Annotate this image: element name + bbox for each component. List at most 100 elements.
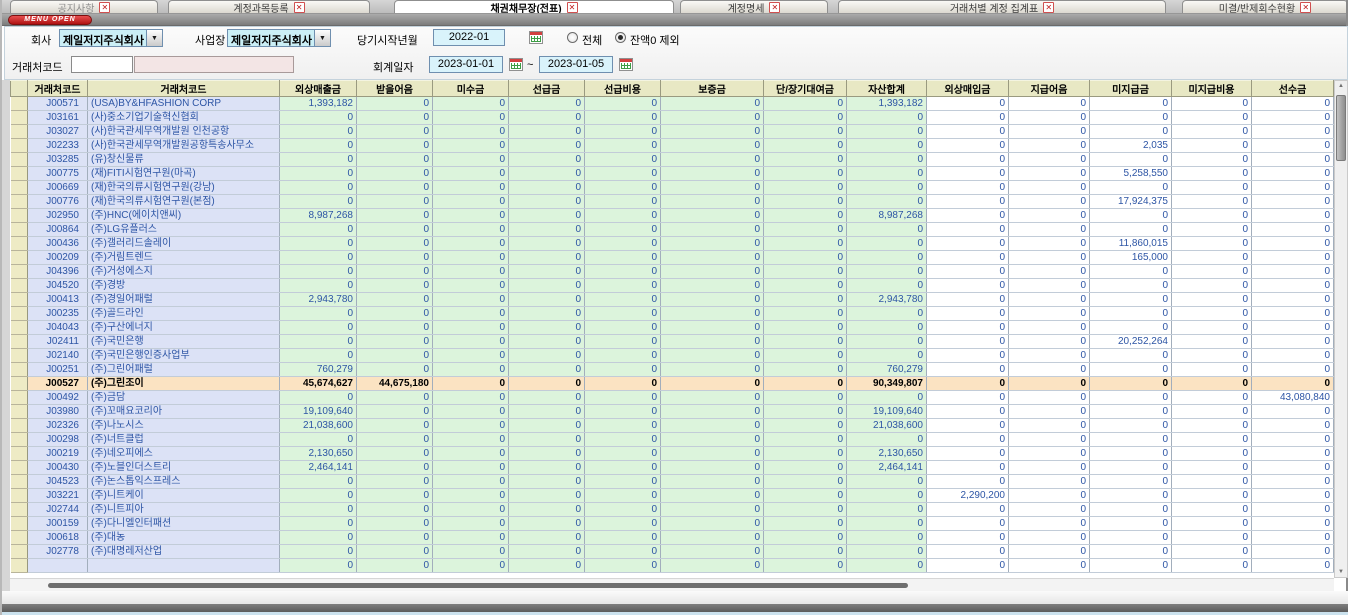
- amount-cell[interactable]: 0: [509, 279, 585, 293]
- amount-cell[interactable]: 0: [1172, 559, 1252, 573]
- partner-code-cell[interactable]: J04043: [28, 321, 88, 335]
- amount-cell[interactable]: 0: [1009, 209, 1090, 223]
- grid-row[interactable]: J04043(주)구산에너지0000000000000: [11, 321, 1334, 335]
- amount-cell[interactable]: 0: [661, 195, 764, 209]
- amount-cell[interactable]: 0: [927, 195, 1009, 209]
- amount-cell[interactable]: 0: [661, 475, 764, 489]
- amount-cell[interactable]: 0: [433, 531, 509, 545]
- grid-row[interactable]: J00436(주)갤러리드솔레이000000000011,860,01500: [11, 237, 1334, 251]
- partner-code-cell[interactable]: J02778: [28, 545, 88, 559]
- amount-cell[interactable]: 0: [585, 461, 661, 475]
- amount-cell[interactable]: 0: [509, 335, 585, 349]
- amount-cell[interactable]: 0: [661, 559, 764, 573]
- amount-cell[interactable]: 0: [509, 223, 585, 237]
- grid-row[interactable]: J04396(주)거성에스지0000000000000: [11, 265, 1334, 279]
- amount-cell[interactable]: 0: [927, 419, 1009, 433]
- amount-cell[interactable]: 0: [357, 167, 433, 181]
- amount-cell[interactable]: 0: [509, 181, 585, 195]
- horizontal-scrollbar[interactable]: [10, 578, 1334, 591]
- amount-cell[interactable]: 0: [661, 97, 764, 111]
- tab-receivables-ledger[interactable]: 채권채무장(전표)✕: [394, 0, 674, 13]
- amount-cell[interactable]: 0: [509, 391, 585, 405]
- amount-cell[interactable]: 0: [1172, 545, 1252, 559]
- column-header[interactable]: 보증금: [661, 81, 764, 97]
- amount-cell[interactable]: 0: [1252, 461, 1334, 475]
- radio-exclude-zero-label[interactable]: 잔액0 제외: [630, 32, 680, 48]
- column-header[interactable]: 받을어음: [357, 81, 433, 97]
- amount-cell[interactable]: 0: [1172, 97, 1252, 111]
- amount-cell[interactable]: 0: [847, 125, 927, 139]
- amount-cell[interactable]: 0: [764, 223, 847, 237]
- amount-cell[interactable]: 0: [433, 461, 509, 475]
- partner-name-cell[interactable]: (주)대명레저산업: [88, 545, 280, 559]
- amount-cell[interactable]: 0: [1090, 181, 1172, 195]
- amount-cell[interactable]: 0: [585, 489, 661, 503]
- radio-all-label[interactable]: 전체: [582, 32, 602, 48]
- amount-cell[interactable]: 0: [433, 503, 509, 517]
- partner-name-cell[interactable]: (주)금담: [88, 391, 280, 405]
- amount-cell[interactable]: 0: [927, 461, 1009, 475]
- amount-cell[interactable]: 0: [927, 531, 1009, 545]
- amount-cell[interactable]: 0: [357, 461, 433, 475]
- grid-row[interactable]: J02326(주)나노시스21,038,60000000021,038,6000…: [11, 419, 1334, 433]
- tab-account-registry[interactable]: 계정과목등록✕: [168, 0, 370, 13]
- partner-name-cell[interactable]: (주)LG유플러스: [88, 223, 280, 237]
- amount-cell[interactable]: 0: [1090, 265, 1172, 279]
- amount-cell[interactable]: 0: [927, 237, 1009, 251]
- amount-cell[interactable]: 0: [1090, 405, 1172, 419]
- amount-cell[interactable]: 2,943,780: [847, 293, 927, 307]
- row-indicator-cell[interactable]: [11, 391, 28, 405]
- amount-cell[interactable]: 0: [1252, 517, 1334, 531]
- partner-name-cell[interactable]: (주)갤러리드솔레이: [88, 237, 280, 251]
- amount-cell[interactable]: 0: [280, 559, 357, 573]
- amount-cell[interactable]: 0: [433, 447, 509, 461]
- partner-code-cell[interactable]: J03161: [28, 111, 88, 125]
- row-indicator-cell[interactable]: [11, 111, 28, 125]
- amount-cell[interactable]: 0: [764, 209, 847, 223]
- amount-cell[interactable]: 0: [280, 531, 357, 545]
- amount-cell[interactable]: 0: [1009, 377, 1090, 391]
- amount-cell[interactable]: 0: [847, 111, 927, 125]
- amount-cell[interactable]: 0: [661, 545, 764, 559]
- amount-cell[interactable]: 0: [764, 349, 847, 363]
- amount-cell[interactable]: 0: [509, 167, 585, 181]
- amount-cell[interactable]: 0: [509, 545, 585, 559]
- amount-cell[interactable]: 0: [1172, 111, 1252, 125]
- amount-cell[interactable]: 0: [1009, 447, 1090, 461]
- amount-cell[interactable]: 0: [661, 181, 764, 195]
- amount-cell[interactable]: 0: [927, 363, 1009, 377]
- tab-close-icon[interactable]: ✕: [769, 2, 780, 13]
- amount-cell[interactable]: 0: [661, 111, 764, 125]
- amount-cell[interactable]: 0: [509, 195, 585, 209]
- amount-cell[interactable]: 0: [1252, 349, 1334, 363]
- amount-cell[interactable]: 0: [509, 447, 585, 461]
- row-indicator-cell[interactable]: [11, 265, 28, 279]
- amount-cell[interactable]: 0: [509, 97, 585, 111]
- amount-cell[interactable]: 0: [764, 517, 847, 531]
- amount-cell[interactable]: 0: [927, 167, 1009, 181]
- amount-cell[interactable]: 0: [280, 223, 357, 237]
- grid-row[interactable]: J03161(사)중소기업기술혁신협회0000000000000: [11, 111, 1334, 125]
- amount-cell[interactable]: 0: [1172, 461, 1252, 475]
- calendar-icon[interactable]: [509, 58, 523, 71]
- amount-cell[interactable]: 0: [1252, 167, 1334, 181]
- amount-cell[interactable]: 0: [509, 489, 585, 503]
- amount-cell[interactable]: 0: [661, 349, 764, 363]
- partner-name-cell[interactable]: (주)꼬매요코리아: [88, 405, 280, 419]
- amount-cell[interactable]: 0: [847, 475, 927, 489]
- amount-cell[interactable]: 0: [585, 517, 661, 531]
- amount-cell[interactable]: 0: [433, 181, 509, 195]
- amount-cell[interactable]: 0: [927, 265, 1009, 279]
- amount-cell[interactable]: 0: [927, 433, 1009, 447]
- amount-cell[interactable]: 0: [661, 223, 764, 237]
- amount-cell[interactable]: 0: [1090, 447, 1172, 461]
- row-indicator-cell[interactable]: [11, 293, 28, 307]
- amount-cell[interactable]: 11,860,015: [1090, 237, 1172, 251]
- amount-cell[interactable]: 0: [847, 223, 927, 237]
- tab-close-icon[interactable]: ✕: [99, 2, 110, 13]
- amount-cell[interactable]: 5,258,550: [1090, 167, 1172, 181]
- amount-cell[interactable]: 0: [433, 265, 509, 279]
- column-header[interactable]: 선급금: [509, 81, 585, 97]
- partner-code-cell[interactable]: J02411: [28, 335, 88, 349]
- amount-cell[interactable]: 0: [1172, 307, 1252, 321]
